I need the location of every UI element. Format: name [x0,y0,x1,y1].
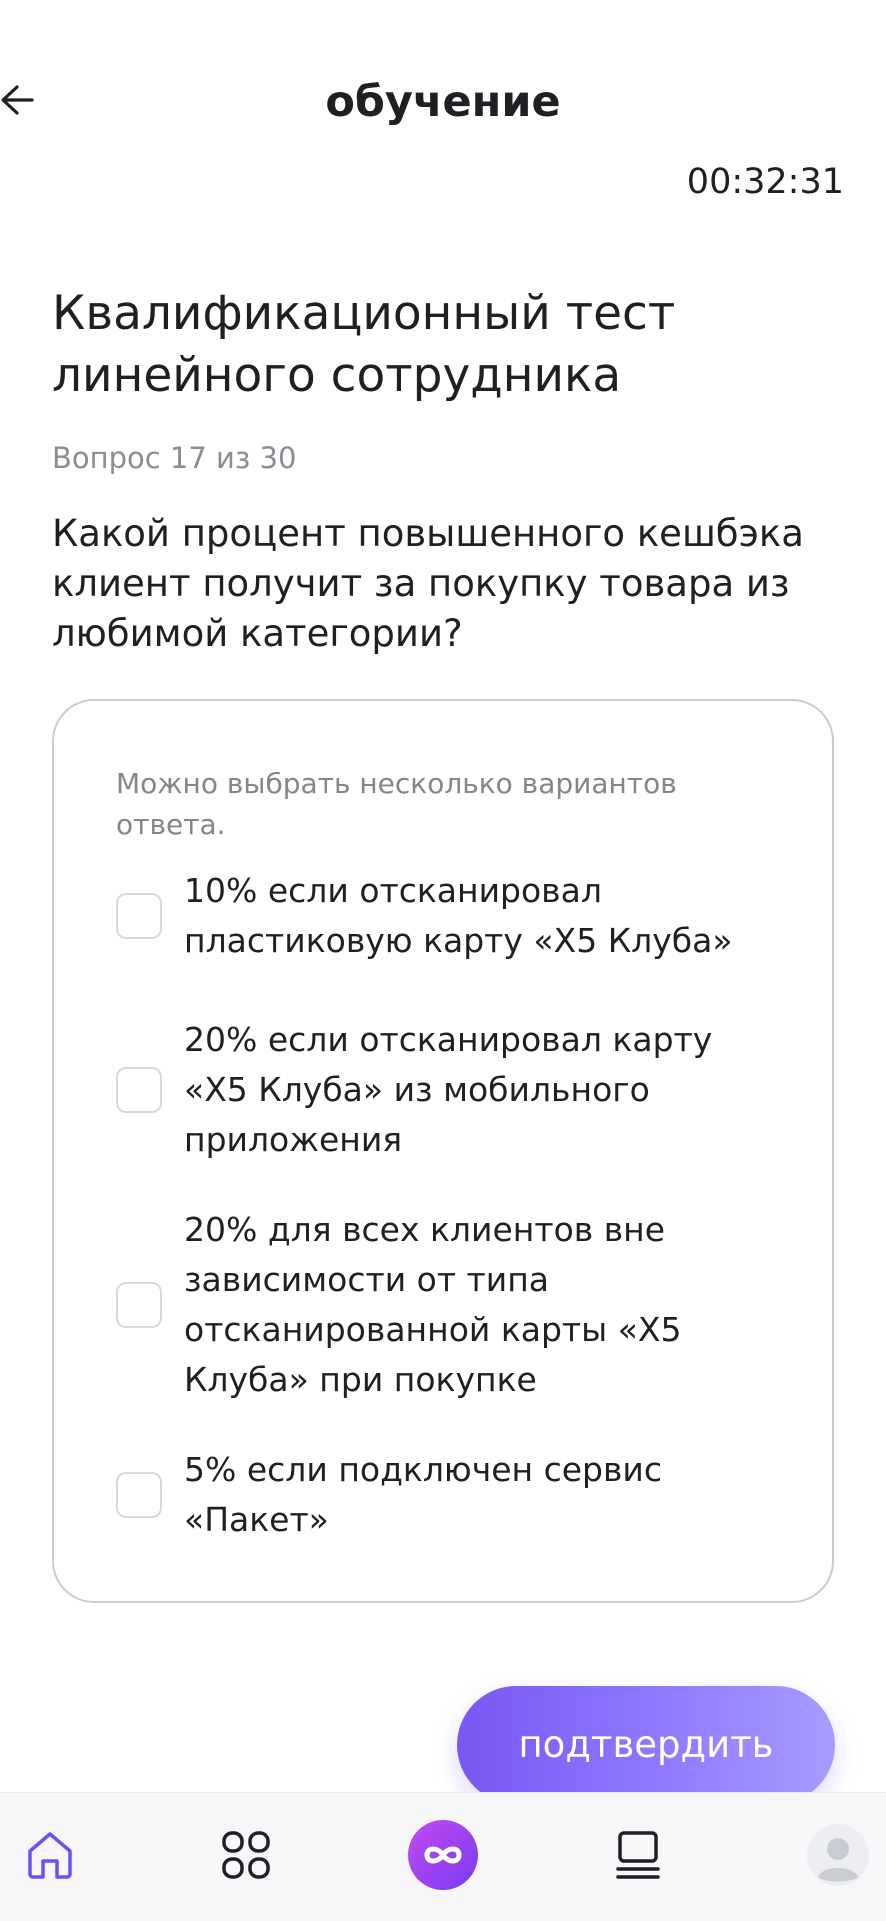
page-title: обучение [325,77,561,127]
answer-option-4[interactable]: 5% если подключен сервис «Пакет» [116,1445,796,1545]
checkbox[interactable] [116,1282,162,1328]
answer-option-label: 20% для всех клиентов вне зависимости от… [184,1210,682,1399]
answers-card: Можно выбрать несколько вариантов ответа… [52,699,834,1603]
home-icon [24,1829,76,1885]
checkbox[interactable] [116,893,162,939]
infinity-icon [407,1819,479,1895]
confirm-button[interactable]: подтвердить [457,1686,835,1804]
avatar [806,1823,870,1891]
checkbox[interactable] [116,1067,162,1113]
answer-option-3[interactable]: 20% для всех клиентов вне зависимости от… [116,1205,796,1405]
bottom-nav [0,1792,886,1921]
answer-option-1[interactable]: 10% если отсканировал пластиковую карту … [116,866,796,966]
grid-icon [221,1830,271,1884]
nav-center[interactable] [383,1793,503,1921]
question-text: Какой процент повышенного кешбэка клиент… [52,512,804,655]
test-title: Квалификационный тест линейного сотрудни… [52,286,676,403]
multi-select-hint: Можно выбрать несколько вариантов ответа… [116,767,677,841]
answer-option-label: 10% если отсканировал пластиковую карту … [184,871,733,960]
nav-profile[interactable] [778,1793,886,1921]
checkbox[interactable] [116,1472,162,1518]
courses-icon [614,1830,662,1884]
answer-option-label: 20% если отсканировал карту «X5 Клуба» и… [184,1020,713,1159]
nav-home[interactable] [0,1793,110,1921]
question-counter: Вопрос 17 из 30 [52,441,297,475]
answer-option-2[interactable]: 20% если отсканировал карту «X5 Клуба» и… [116,1015,796,1165]
nav-courses[interactable] [578,1793,698,1921]
nav-catalog[interactable] [186,1793,306,1921]
answer-option-label: 5% если подключен сервис «Пакет» [184,1450,663,1539]
timer: 00:32:31 [686,162,844,202]
